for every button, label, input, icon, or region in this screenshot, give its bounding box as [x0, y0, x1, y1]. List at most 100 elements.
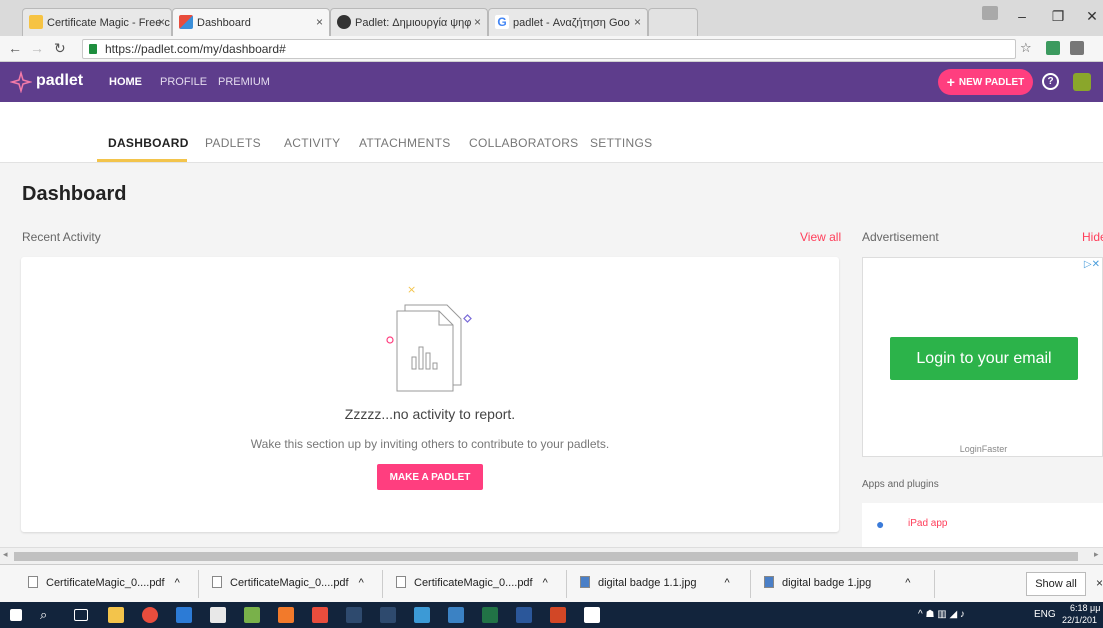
browser-tab-dashboard[interactable]: Dashboard × [172, 8, 330, 36]
new-padlet-button[interactable]: + NEW PADLET [938, 69, 1033, 95]
chrome-icon[interactable] [142, 607, 158, 623]
file-icon [396, 576, 406, 588]
reload-icon[interactable]: ↻ [54, 40, 66, 57]
star-favicon-icon [29, 15, 43, 29]
file-icon [28, 576, 38, 588]
page-title: Dashboard [22, 183, 127, 205]
clock-time[interactable]: 6:18 μμ [1070, 603, 1100, 613]
clock-date[interactable]: 22/1/201 [1062, 615, 1097, 625]
make-a-padlet-button[interactable]: MAKE A PADLET [377, 464, 483, 490]
padlet-favicon-icon [337, 15, 351, 29]
chevron-up-icon[interactable]: ^ [724, 577, 729, 589]
profile-icon[interactable] [982, 6, 998, 20]
tab-close-icon[interactable]: × [158, 15, 165, 29]
minimize-icon[interactable]: – [1012, 8, 1032, 24]
tray-icons[interactable]: ^ ☗ ▥ ◢ ♪ [918, 609, 965, 620]
browser-tabstrip: Certificate Magic - Free c × Dashboard ×… [0, 0, 1103, 36]
tab-close-icon[interactable]: × [634, 15, 641, 29]
recent-activity-label: Recent Activity [22, 230, 101, 244]
tab-title: Certificate Magic - Free c [47, 16, 170, 29]
word-icon[interactable] [516, 607, 532, 623]
close-downloads-icon[interactable]: × [1096, 576, 1103, 590]
avatar[interactable] [1073, 73, 1091, 91]
extension-icon[interactable] [1046, 41, 1060, 55]
help-icon[interactable]: ? [1042, 73, 1059, 90]
download-app-icon[interactable] [312, 607, 328, 623]
download-item[interactable]: digital badge 1.jpg ^ [764, 576, 910, 589]
file-explorer-icon[interactable] [108, 607, 124, 623]
tab-title: Padlet: Δημιουργία ψηφ [355, 16, 472, 29]
scrollbar-thumb[interactable] [14, 552, 1078, 561]
ipad-app-link[interactable]: iPad app [908, 518, 947, 529]
new-padlet-label: NEW PADLET [958, 76, 1025, 88]
chevron-up-icon[interactable]: ^ [905, 577, 910, 589]
powerpoint-icon[interactable] [550, 607, 566, 623]
tab-padlets[interactable]: PADLETS [205, 136, 261, 150]
svg-text:×: × [407, 283, 416, 296]
internet-explorer-icon[interactable] [176, 607, 192, 623]
hide-ad-link[interactable]: Hide [1082, 230, 1103, 244]
forward-arrow-icon[interactable]: → [30, 40, 44, 56]
horizontal-scrollbar[interactable]: ◂ ▸ [0, 547, 1103, 564]
tab-close-icon[interactable]: × [316, 15, 323, 29]
close-window-icon[interactable]: ✕ [1082, 8, 1102, 25]
nav-premium[interactable]: PREMIUM [218, 76, 270, 88]
browser-tab-padlet-create[interactable]: Padlet: Δημιουργία ψηφ × [330, 8, 488, 36]
photos-icon[interactable] [584, 607, 600, 623]
app-icon[interactable] [380, 607, 396, 623]
app-icon[interactable] [244, 607, 260, 623]
tab-title: padlet - Αναζήτηση Goo [513, 16, 630, 29]
empty-document-icon: × [386, 283, 472, 392]
task-view-icon[interactable] [74, 609, 88, 621]
ad-choices-icon[interactable]: ▷✕ [1084, 259, 1100, 270]
browser-toolbar: ← → ↻ https://padlet.com/my/dashboard# ☆ [0, 36, 1103, 62]
address-bar[interactable]: https://padlet.com/my/dashboard# [82, 39, 1016, 59]
back-arrow-icon[interactable]: ← [8, 40, 22, 56]
tab-attachments[interactable]: ATTACHMENTS [359, 136, 451, 150]
download-item[interactable]: CertificateMagic_0....pdf ^ [396, 576, 548, 589]
view-all-link[interactable]: View all [800, 230, 841, 244]
app-icon[interactable] [448, 607, 464, 623]
advertisement-box: ▷✕ Login to your email LoginFaster [862, 257, 1103, 457]
ad-login-button[interactable]: Login to your email [890, 337, 1078, 380]
bookmark-star-icon[interactable]: ☆ [1020, 40, 1032, 56]
app-icon[interactable] [346, 607, 362, 623]
scroll-left-icon[interactable]: ◂ [3, 549, 8, 560]
scroll-right-icon[interactable]: ▸ [1094, 549, 1099, 560]
nav-profile[interactable]: PROFILE [160, 76, 207, 88]
windows-start-icon[interactable] [10, 609, 22, 621]
store-icon[interactable] [210, 607, 226, 623]
nav-home[interactable]: HOME [109, 76, 142, 88]
show-all-downloads-button[interactable]: Show all [1026, 572, 1086, 596]
chevron-up-icon[interactable]: ^ [359, 577, 364, 589]
tab-close-icon[interactable]: × [474, 15, 481, 29]
divider [566, 570, 567, 598]
empty-state-subtitle: Wake this section up by inviting others … [250, 437, 610, 451]
padlet-logo-text[interactable]: padlet [36, 72, 83, 90]
padlet-logo-icon[interactable] [10, 71, 32, 93]
tab-title: Dashboard [197, 16, 251, 29]
language-indicator[interactable]: ENG [1034, 609, 1056, 620]
tab-dashboard[interactable]: DASHBOARD [108, 136, 189, 150]
app-icon[interactable] [278, 607, 294, 623]
new-tab-button[interactable] [648, 8, 698, 36]
download-item[interactable]: digital badge 1.1.jpg ^ [580, 576, 730, 589]
divider [750, 570, 751, 598]
browser-tab-certificate[interactable]: Certificate Magic - Free c × [22, 8, 172, 36]
padlet-favicon-icon [179, 15, 193, 29]
tab-settings[interactable]: SETTINGS [590, 136, 652, 150]
download-item[interactable]: CertificateMagic_0....pdf ^ [28, 576, 180, 589]
excel-icon[interactable] [482, 607, 498, 623]
chevron-up-icon[interactable]: ^ [543, 577, 548, 589]
tab-activity[interactable]: ACTIVITY [284, 136, 340, 150]
divider [198, 570, 199, 598]
extension-icon[interactable] [1070, 41, 1084, 55]
google-favicon-icon: G [495, 15, 509, 29]
search-icon[interactable]: ⌕ [40, 607, 47, 623]
app-icon[interactable] [414, 607, 430, 623]
tab-collaborators[interactable]: COLLABORATORS [469, 136, 579, 150]
chevron-up-icon[interactable]: ^ [175, 577, 180, 589]
maximize-icon[interactable]: ❐ [1048, 8, 1068, 25]
browser-tab-google-search[interactable]: G padlet - Αναζήτηση Goo × [488, 8, 648, 36]
download-item[interactable]: CertificateMagic_0....pdf ^ [212, 576, 364, 589]
